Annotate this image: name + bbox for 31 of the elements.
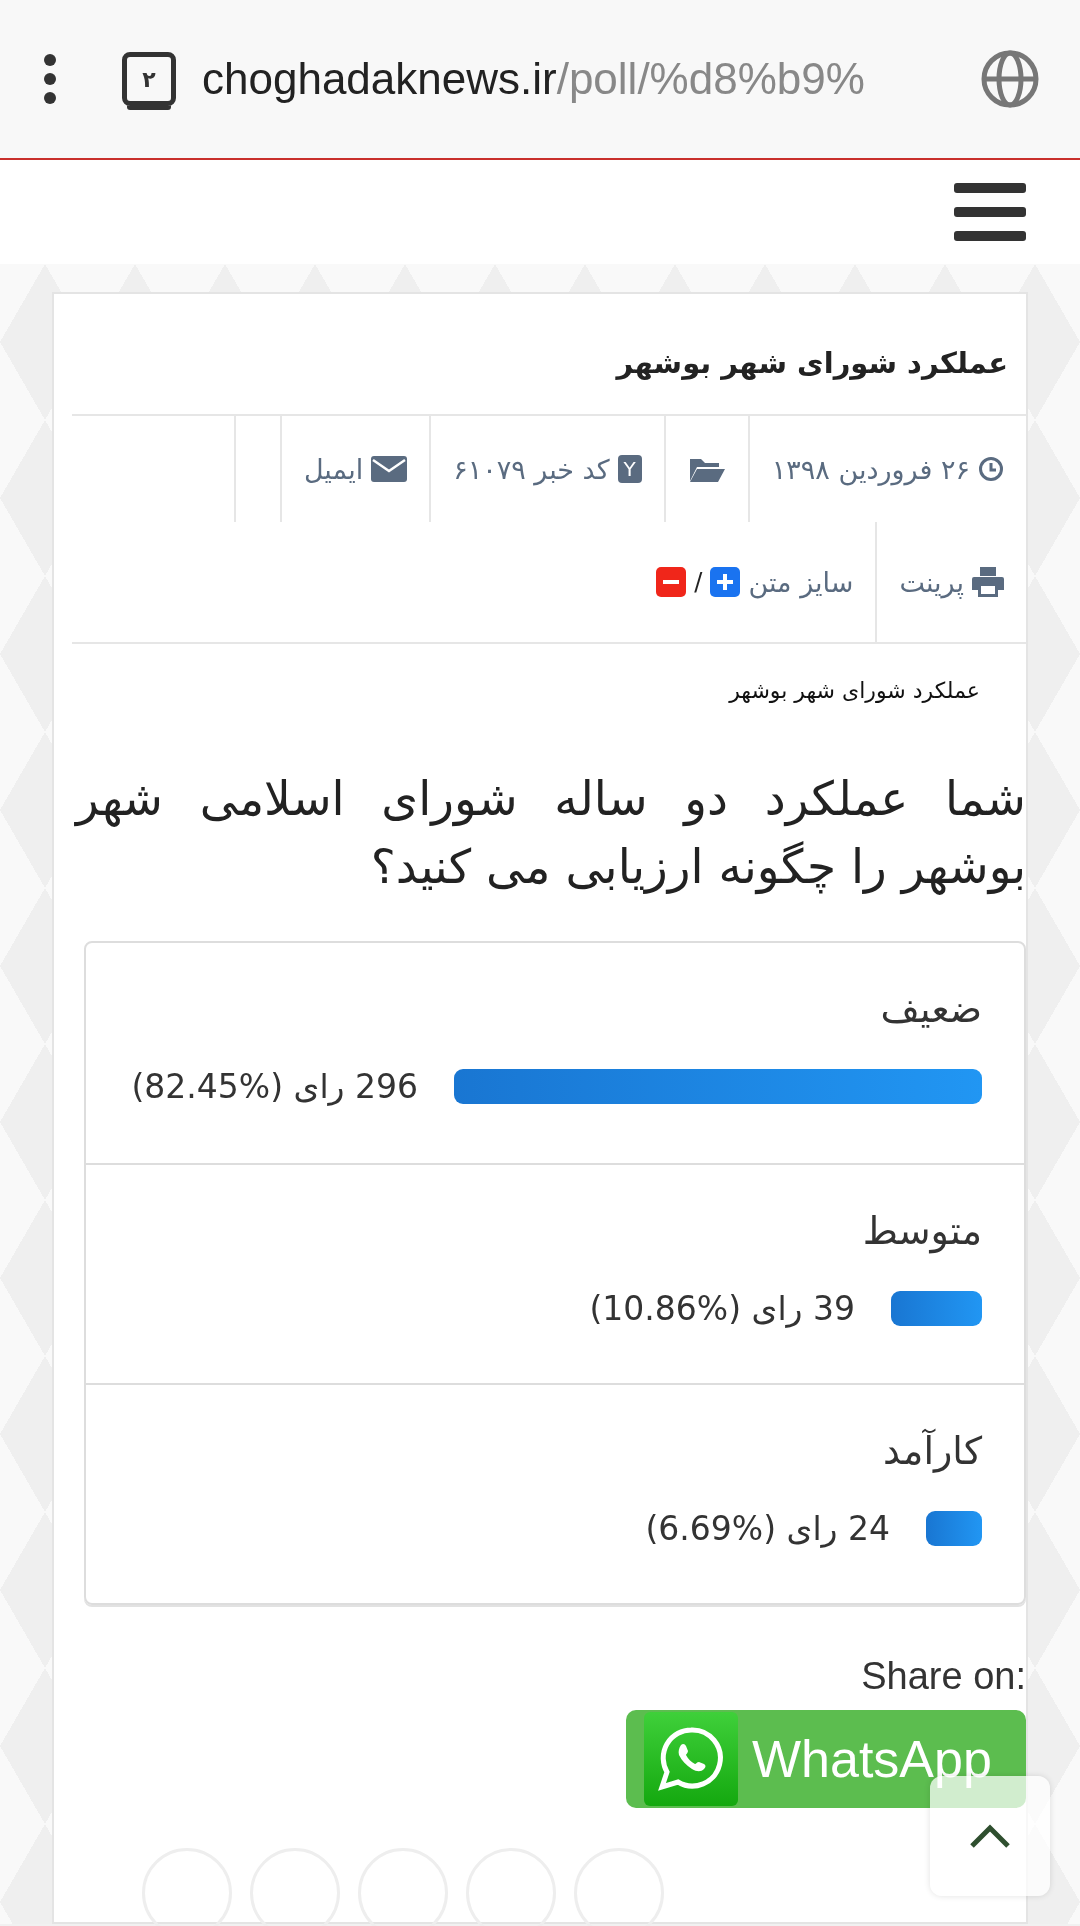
print-link[interactable]: پرینت: [875, 522, 1026, 642]
publish-date: ۲۶ فروردین ۱۳۹۸: [771, 453, 970, 485]
address-bar[interactable]: choghadaknews.ir/poll/%d8%b9%: [202, 54, 946, 104]
increase-text-button[interactable]: [710, 567, 741, 597]
globe-icon[interactable]: [980, 49, 1040, 109]
option-label: ضعیف: [879, 987, 982, 1031]
news-code: کد خبر ۶۱۰۷۹: [453, 453, 610, 485]
vote-count: 39 رای (%10.86): [589, 1289, 855, 1328]
option-label: کارآمد: [882, 1429, 982, 1473]
article-title: عملکرد شورای شهر بوشهر: [72, 294, 1026, 416]
menu-icon[interactable]: [954, 183, 1026, 241]
text-size-label: سایز متن: [748, 566, 854, 598]
email-link[interactable]: ایمیل: [279, 416, 430, 522]
more-icon[interactable]: [42, 53, 58, 105]
poll-title: عملکرد شورای شهر بوشهر: [727, 677, 981, 703]
option-label: متوسط: [861, 1209, 982, 1253]
code-badge: Y: [617, 455, 642, 483]
chevron-up-icon: [969, 1823, 1011, 1849]
share-label: Share on:: [860, 1655, 1026, 1698]
decrease-text-button[interactable]: [656, 567, 687, 597]
result-bar: [926, 1511, 982, 1546]
vote-count: 296 رای (%82.45): [131, 1067, 418, 1106]
printer-icon: [972, 567, 1004, 597]
vote-count: 24 رای (%6.69): [645, 1509, 890, 1548]
minus-icon: [663, 580, 680, 584]
chat-phone-icon: [644, 1712, 738, 1806]
plus-icon: [717, 574, 734, 590]
clock-icon: [978, 456, 1004, 482]
poll-question: شما عملکرد دو ساله شورای اسلامی شهر بوشهر را چگونه ارزیابی می کنید؟: [73, 770, 1026, 897]
separator: /: [694, 568, 703, 596]
envelope-icon: [371, 456, 408, 482]
